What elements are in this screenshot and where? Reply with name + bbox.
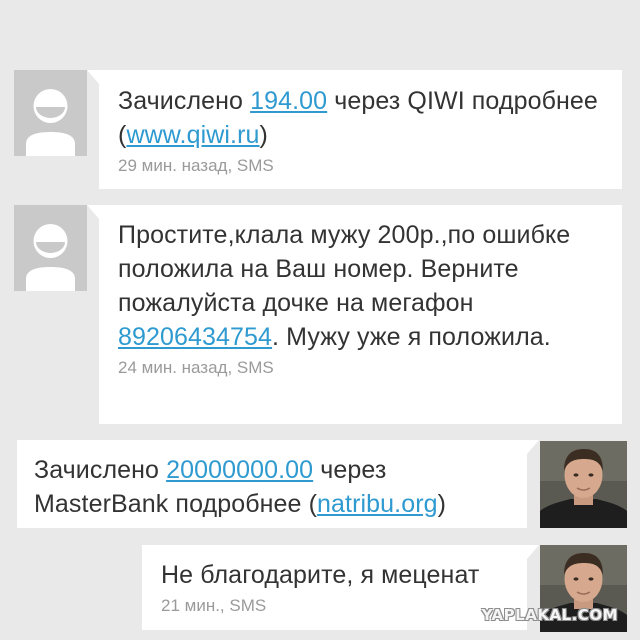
amount-link[interactable]: 194.00	[250, 87, 327, 115]
message-text: Зачислено 20000000.00 через MasterBank п…	[34, 456, 447, 518]
default-person-icon[interactable]	[14, 205, 87, 291]
default-person-icon[interactable]	[14, 70, 87, 156]
url-link[interactable]: natribu.org	[317, 490, 438, 518]
message-bubble[interactable]: Простите,клала мужу 200р.,по ошибке поло…	[87, 205, 622, 424]
message-bubble[interactable]: Зачислено 20000000.00 через MasterBank п…	[17, 440, 539, 528]
message-meta: 29 мин. назад, SMS	[118, 156, 274, 175]
message-bubble[interactable]: Не благодарите, я меценат 21 мин., SMS	[142, 545, 539, 630]
message-meta: 21 мин., SMS	[161, 596, 267, 615]
message-meta: 24 мин. назад, SMS	[118, 358, 274, 377]
message-bubble[interactable]: Зачислено 194.00 через QIWI подробнее (w…	[87, 70, 622, 189]
message-text: Простите,клала мужу 200р.,по ошибке поло…	[118, 221, 571, 351]
watermark: YAPLAKAL.COM	[481, 606, 618, 624]
message-text: Зачислено 194.00 через QIWI подробнее (w…	[118, 87, 598, 149]
phone-link[interactable]: 89206434754	[118, 323, 272, 351]
message-text: Не благодарите, я меценат	[161, 561, 480, 589]
user-photo[interactable]	[540, 441, 627, 528]
amount-link[interactable]: 20000000.00	[166, 456, 313, 484]
url-link[interactable]: www.qiwi.ru	[126, 121, 259, 149]
